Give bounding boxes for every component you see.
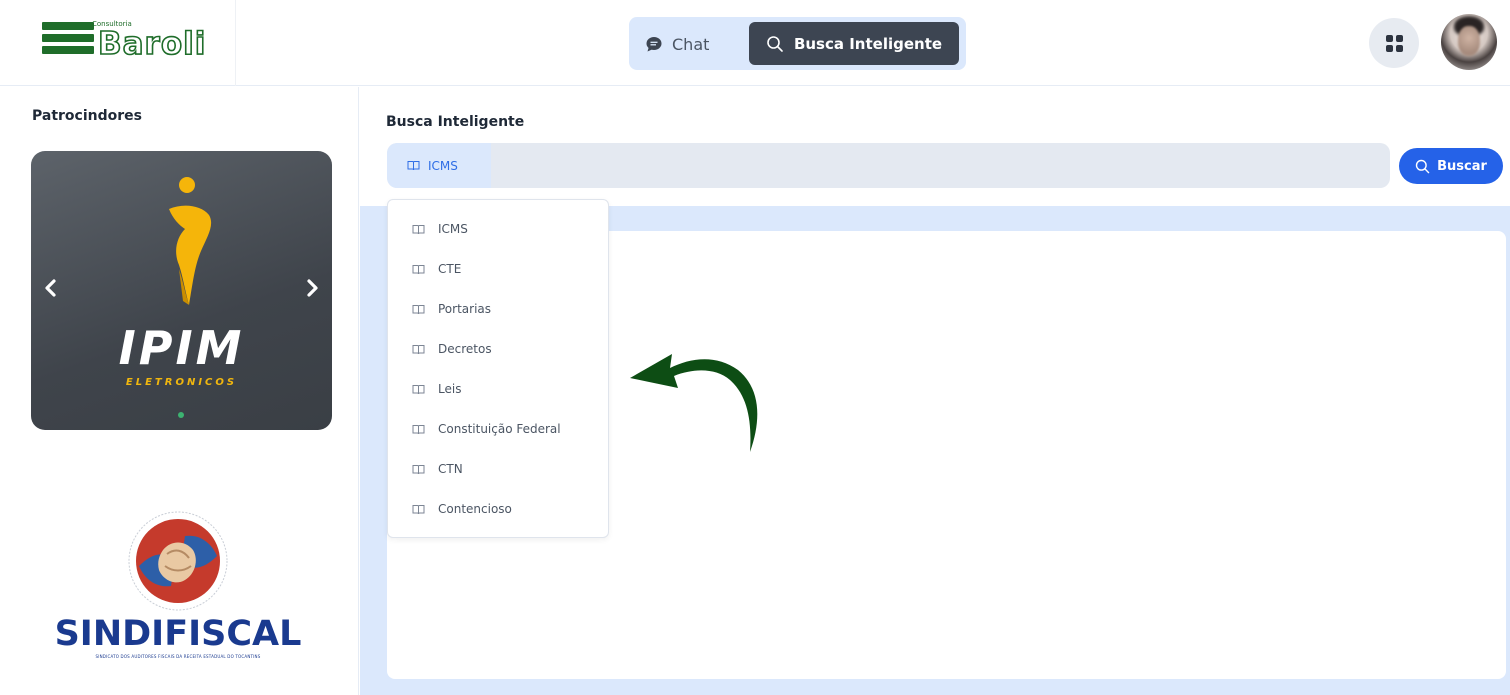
buscar-button[interactable]: Buscar bbox=[1399, 148, 1503, 184]
ipim-subtitle: ELETRONICOS bbox=[125, 377, 238, 388]
dropdown-item-label: CTE bbox=[438, 262, 462, 276]
ipim-logo-icon bbox=[169, 177, 212, 305]
book-icon bbox=[412, 304, 425, 314]
chevron-right-icon bbox=[307, 279, 318, 297]
tab-chat[interactable]: Chat bbox=[645, 26, 735, 62]
sindifiscal-subtitle: SINDICATO DOS AUDITORES FISCAIS DA RECEI… bbox=[95, 654, 261, 659]
sindifiscal-emblem-icon bbox=[128, 511, 228, 611]
dropdown-item-label: Constituição Federal bbox=[438, 422, 561, 436]
search-input[interactable] bbox=[491, 143, 1390, 188]
source-select-label: ICMS bbox=[428, 158, 458, 173]
logo-bars-icon bbox=[42, 22, 94, 58]
dropdown-item[interactable]: Contencioso bbox=[388, 491, 608, 527]
dropdown-item[interactable]: Constituição Federal bbox=[388, 411, 608, 447]
search-bar: ICMS bbox=[387, 143, 1390, 188]
dropdown-item-label: Decretos bbox=[438, 342, 492, 356]
search-icon bbox=[1415, 159, 1430, 173]
dropdown-item[interactable]: Portarias bbox=[388, 291, 608, 327]
search-icon bbox=[767, 35, 783, 52]
app-page: Consultoria Baroli Chat Busca Inteligent… bbox=[0, 0, 1510, 695]
carousel-indicator-dot[interactable] bbox=[178, 412, 184, 418]
dropdown-item[interactable]: Leis bbox=[388, 371, 608, 407]
dropdown-item-label: CTN bbox=[438, 462, 463, 476]
page-title: Busca Inteligente bbox=[386, 114, 525, 130]
source-select[interactable]: ICMS bbox=[387, 143, 491, 188]
chevron-left-icon bbox=[45, 279, 56, 297]
book-icon bbox=[412, 464, 425, 474]
book-icon bbox=[412, 504, 425, 514]
tab-chat-label: Chat bbox=[672, 34, 710, 54]
logo-area[interactable]: Consultoria Baroli bbox=[0, 0, 236, 86]
user-avatar[interactable] bbox=[1441, 14, 1497, 70]
ipim-name: IPIM bbox=[118, 321, 245, 375]
tab-busca-inteligente[interactable]: Busca Inteligente bbox=[749, 22, 959, 65]
buscar-button-label: Buscar bbox=[1437, 158, 1487, 174]
dropdown-item-label: ICMS bbox=[438, 222, 468, 236]
carousel-prev-button[interactable] bbox=[39, 273, 63, 303]
sponsor-carousel: IPIM ELETRONICOS bbox=[31, 151, 332, 430]
main-content: Busca Inteligente ICMS Buscar ICMS CTE P… bbox=[360, 87, 1510, 695]
book-icon bbox=[412, 264, 425, 274]
book-icon bbox=[407, 161, 420, 171]
top-header: Consultoria Baroli Chat Busca Inteligent… bbox=[0, 0, 1510, 86]
logo-text: Baroli bbox=[97, 25, 207, 63]
book-icon bbox=[412, 424, 425, 434]
dropdown-item-label: Portarias bbox=[438, 302, 492, 316]
sindifiscal-name: SINDIFISCAL bbox=[54, 614, 302, 654]
mode-switch: Chat Busca Inteligente bbox=[629, 17, 966, 70]
book-icon bbox=[412, 344, 425, 354]
book-icon bbox=[412, 224, 425, 234]
dropdown-item[interactable]: CTN bbox=[388, 451, 608, 487]
dropdown-item-label: Contencioso bbox=[438, 502, 512, 516]
source-dropdown: ICMS CTE Portarias Decretos Leis Constit… bbox=[387, 199, 609, 538]
sidebar-title: Patrocindores bbox=[32, 108, 142, 124]
apps-button[interactable] bbox=[1369, 18, 1419, 68]
book-icon bbox=[412, 384, 425, 394]
carousel-next-button[interactable] bbox=[300, 273, 324, 303]
chat-bubble-icon bbox=[646, 37, 662, 52]
sponsors-sidebar: Patrocindores IPIM ELETRONICOS SINDIFISC… bbox=[0, 87, 359, 695]
dropdown-item[interactable]: CTE bbox=[388, 251, 608, 287]
curved-arrow-annotation-icon bbox=[630, 354, 758, 452]
dropdown-item-label: Leis bbox=[438, 382, 462, 396]
grid-icon bbox=[1385, 34, 1403, 52]
dropdown-item[interactable]: ICMS bbox=[388, 211, 608, 247]
dropdown-item[interactable]: Decretos bbox=[388, 331, 608, 367]
tab-busca-label: Busca Inteligente bbox=[793, 34, 943, 53]
